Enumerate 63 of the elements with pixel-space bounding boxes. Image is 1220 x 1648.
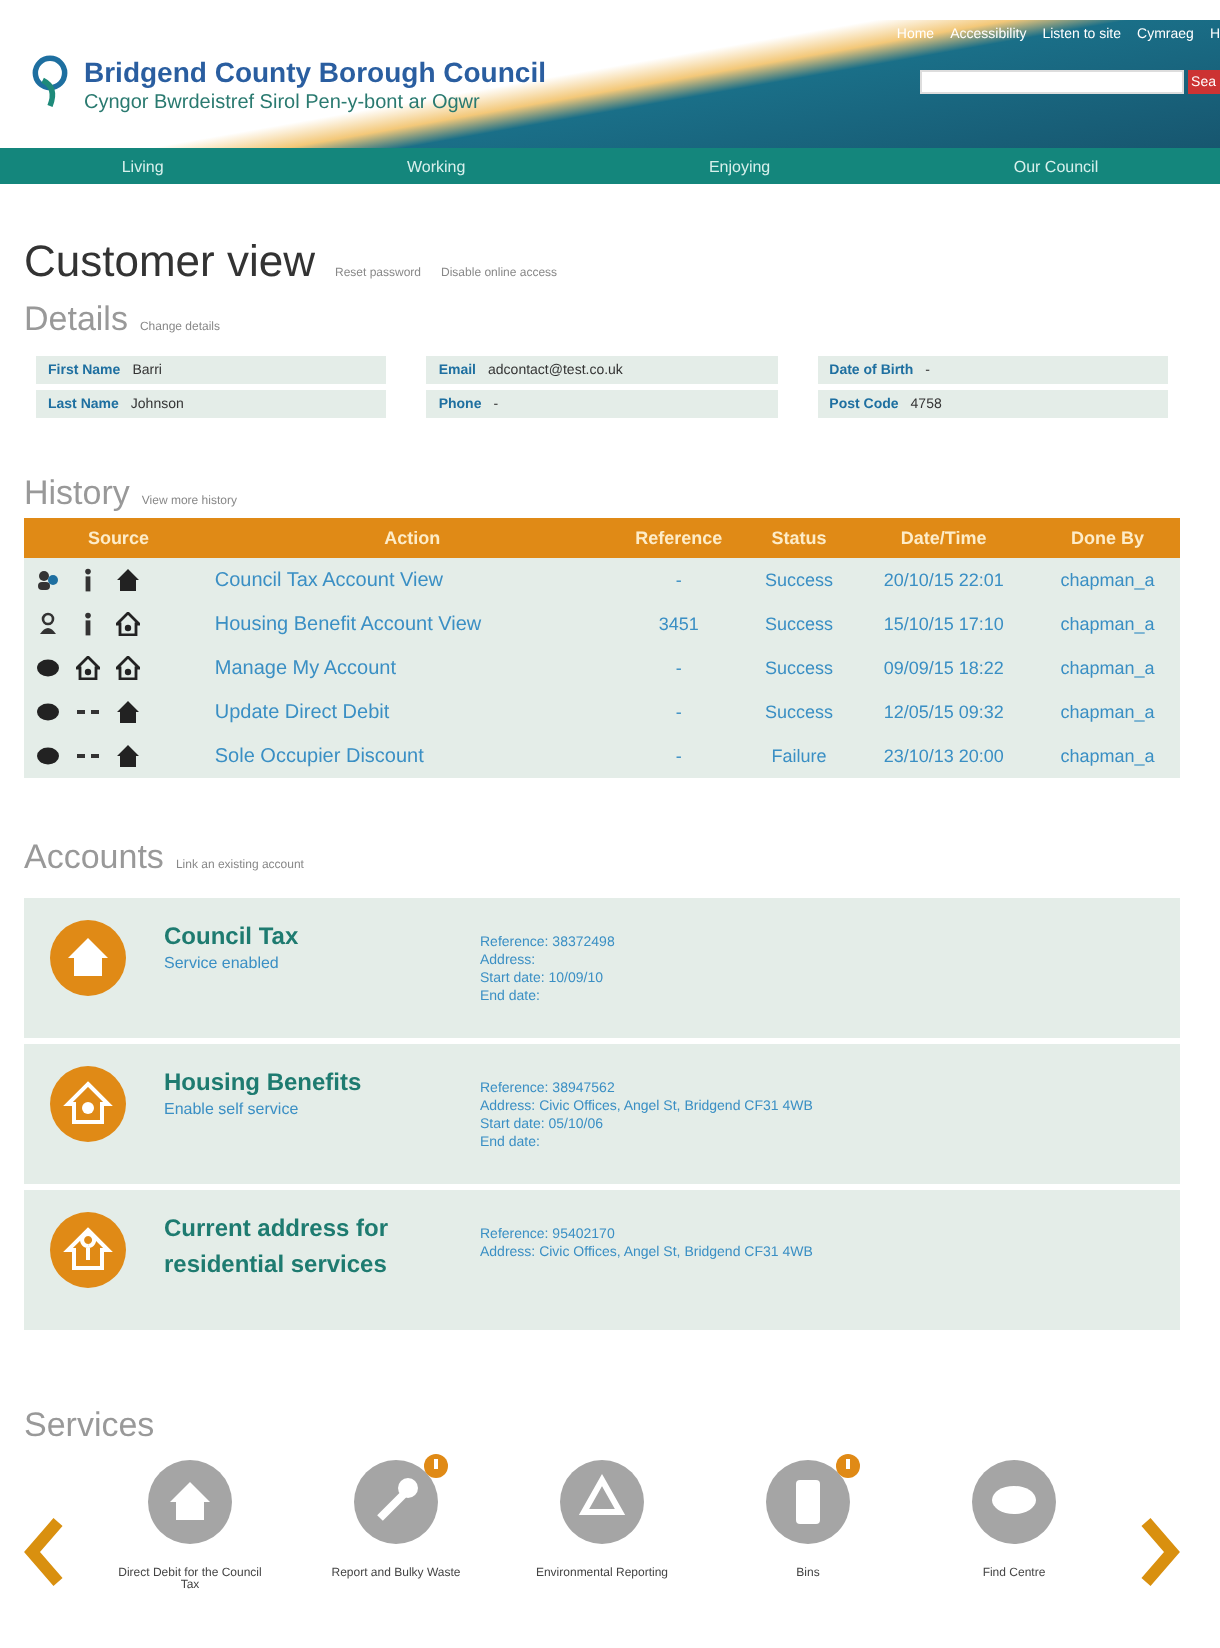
section-title: Details [24, 300, 128, 340]
history-action-link[interactable]: Housing Benefit Account View [214, 613, 482, 635]
table-cell: - [611, 646, 746, 690]
column-header: Source [24, 518, 213, 558]
account-name: Housing Benefits [164, 1066, 364, 1100]
account-status: Service enabled [164, 954, 281, 972]
council-name: Bridgend County Borough Council [84, 55, 546, 87]
house-icon[interactable] [146, 1458, 234, 1546]
table-cell: 20/10/15 22:01 [852, 558, 1036, 602]
house-icon [116, 744, 140, 768]
table-cell: chapman_a [1035, 690, 1180, 734]
speech-bubble-icon [36, 656, 60, 680]
table-cell: - [611, 734, 746, 778]
column-header: Status [745, 518, 853, 558]
wrench-icon[interactable] [352, 1458, 440, 1546]
table-cell: 3451 [611, 602, 746, 646]
house-icon [48, 918, 128, 998]
nav-item[interactable]: Living [121, 157, 164, 175]
account-name: Council Tax [164, 920, 301, 954]
speech-bubble-icon [36, 700, 60, 724]
speech-bubble-icon[interactable] [970, 1458, 1058, 1546]
column-header: Date/Time [852, 518, 1036, 558]
section-title: Services [24, 1406, 157, 1446]
account-name: Current address for residential services [164, 1212, 391, 1282]
house-icon [116, 568, 140, 592]
table-cell: 12/05/15 09:32 [852, 690, 1036, 734]
status-cell: Success [745, 558, 853, 602]
table-cell: chapman_a [1035, 558, 1180, 602]
status-cell: Success [745, 602, 853, 646]
history-action-link[interactable]: Council Tax Account View [214, 569, 444, 591]
table-cell: chapman_a [1035, 646, 1180, 690]
search-field[interactable] [919, 70, 1184, 94]
status-cell: Success [745, 690, 853, 734]
council-welsh-name: Cyngor Bwrdeistref Sirol Pen-y-bont ar Ogwr [84, 91, 482, 113]
table-cell: 15/10/15 17:10 [852, 602, 1036, 646]
table-cell: - [611, 690, 746, 734]
page-title: Customer view [24, 236, 315, 288]
column-header: Action [212, 518, 612, 558]
status-cell: Success [745, 646, 853, 690]
history-action-link[interactable]: Update Direct Debit [214, 701, 390, 723]
column-header: Done By [1035, 518, 1180, 558]
people-icon [36, 568, 60, 592]
history-action-link[interactable]: Sole Occupier Discount [214, 745, 424, 767]
status-cell: Failure [745, 734, 853, 778]
house-icon [116, 700, 140, 724]
house-coin-icon [48, 1064, 128, 1144]
table-cell: 23/10/13 20:00 [852, 734, 1036, 778]
table-cell: chapman_a [1035, 602, 1180, 646]
table-cell: 09/09/15 18:22 [852, 646, 1036, 690]
nav-item[interactable]: Working [407, 157, 466, 175]
table-cell: - [611, 558, 746, 602]
account-status: Enable self service [164, 1100, 301, 1118]
speech-bubble-icon [36, 744, 60, 768]
column-header: Reference [611, 518, 746, 558]
person-icon [36, 612, 60, 636]
section-title: Accounts [24, 838, 164, 878]
phone-icon[interactable] [764, 1458, 852, 1546]
history-action-link[interactable]: Manage My Account [214, 657, 396, 679]
nav-item[interactable]: Enjoying [708, 157, 771, 175]
section-title: History [24, 474, 130, 514]
nav-item[interactable]: Our Council [1013, 157, 1099, 175]
table-cell: chapman_a [1035, 734, 1180, 778]
house-pin-icon [48, 1210, 128, 1290]
